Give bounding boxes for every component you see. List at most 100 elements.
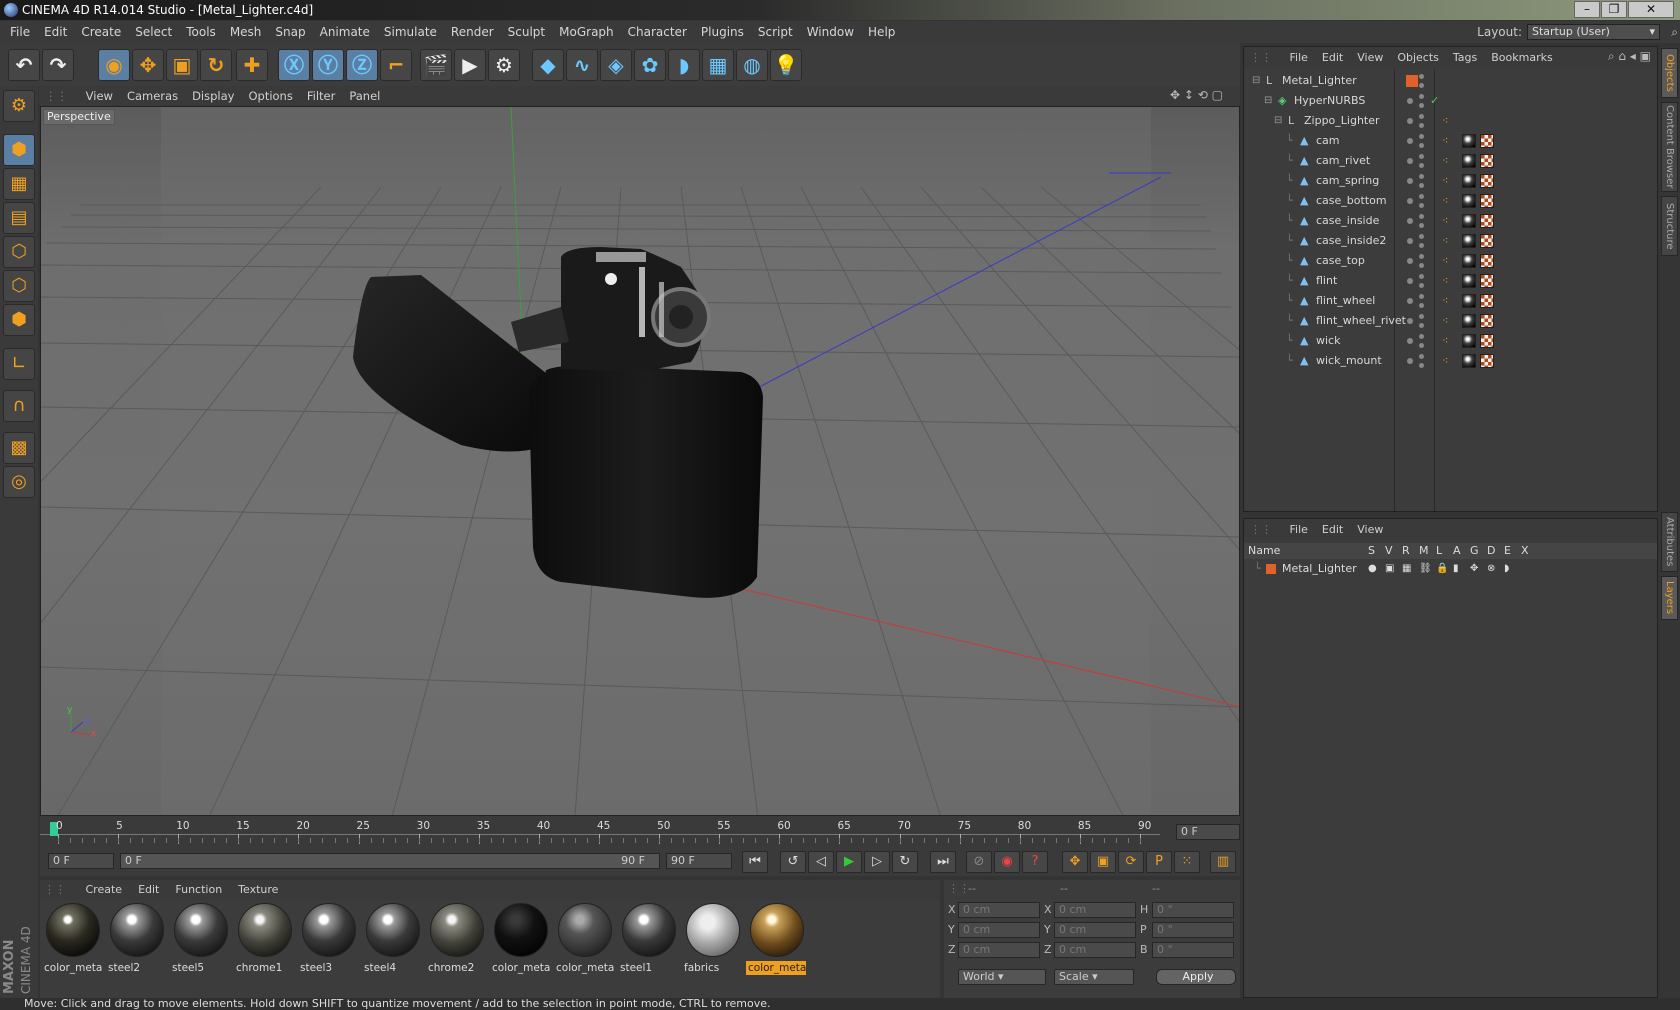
- material-swatch[interactable]: steel1: [618, 903, 678, 977]
- render-visibility-dot-lower[interactable]: [1419, 323, 1424, 328]
- workplane-mode-icon[interactable]: ▤: [3, 202, 35, 234]
- editor-visibility-dot[interactable]: [1407, 238, 1413, 244]
- coord-value-field[interactable]: 0 cm: [1054, 922, 1136, 938]
- viewport-menu-view[interactable]: View: [86, 89, 113, 103]
- object-name[interactable]: case_inside2: [1316, 231, 1386, 251]
- go-to-end-icon[interactable]: ⏭: [930, 851, 956, 873]
- material-swatch[interactable]: steel4: [362, 903, 422, 977]
- live-selection-icon[interactable]: ◉: [98, 49, 130, 81]
- editor-visibility-dot[interactable]: [1407, 258, 1413, 264]
- material-menu-edit[interactable]: Edit: [138, 883, 159, 896]
- material-swatch[interactable]: steel5: [170, 903, 230, 977]
- material-tag-icon[interactable]: [1462, 174, 1476, 188]
- side-tab-content-browser[interactable]: Content Browser: [1661, 102, 1678, 192]
- key-rotation-icon[interactable]: ⟳: [1118, 851, 1144, 873]
- material-tag-icon[interactable]: [1462, 314, 1476, 328]
- tree-expand-icon[interactable]: ⊟: [1274, 111, 1282, 131]
- render-visibility-dot[interactable]: [1419, 174, 1424, 179]
- object-row-flint-wheel[interactable]: └ ▲ flint_wheel ⁖: [1244, 291, 1657, 311]
- editor-visibility-dot[interactable]: [1407, 338, 1413, 344]
- material-tag-icon[interactable]: [1462, 254, 1476, 268]
- objects-menu-bookmarks[interactable]: Bookmarks: [1491, 51, 1552, 64]
- object-row-flint-wheel-rivet[interactable]: └ ▲ flint_wheel_rivet ⁖: [1244, 311, 1657, 331]
- phong-tag-icon[interactable]: ⁖: [1442, 131, 1448, 151]
- render-visibility-dot[interactable]: [1419, 114, 1424, 119]
- material-swatch[interactable]: steel2: [106, 903, 166, 977]
- render-visibility-dot[interactable]: [1419, 94, 1424, 99]
- phong-tag-icon[interactable]: ⁖: [1442, 351, 1448, 371]
- phong-tag-icon[interactable]: ⁖: [1442, 251, 1448, 271]
- snapping-icon[interactable]: ∩: [3, 390, 35, 422]
- menu-render[interactable]: Render: [451, 25, 494, 39]
- object-row-wick-mount[interactable]: └ ▲ wick_mount ⁖: [1244, 351, 1657, 371]
- object-name[interactable]: cam: [1316, 131, 1340, 151]
- material-tag-icon[interactable]: [1462, 154, 1476, 168]
- next-frame-icon[interactable]: ▷: [864, 851, 890, 873]
- phong-tag-icon[interactable]: ⁖: [1442, 191, 1448, 211]
- texture-tag-icon[interactable]: [1480, 334, 1494, 348]
- object-row-case-top[interactable]: └ ▲ case_top ⁖: [1244, 251, 1657, 271]
- model-mode-icon[interactable]: ⬢: [3, 134, 35, 166]
- menu-plugins[interactable]: Plugins: [701, 25, 744, 39]
- object-name[interactable]: flint_wheel_rivet: [1316, 311, 1406, 331]
- scale-icon[interactable]: ▣: [166, 49, 198, 81]
- material-tag-icon[interactable]: [1462, 194, 1476, 208]
- object-row-cam-rivet[interactable]: └ ▲ cam_rivet ⁖: [1244, 151, 1657, 171]
- texture-tag-icon[interactable]: [1480, 234, 1494, 248]
- layer-column-name[interactable]: Name: [1248, 543, 1280, 559]
- material-swatch[interactable]: chrome2: [426, 903, 486, 977]
- menu-tools[interactable]: Tools: [186, 25, 216, 39]
- viewport-menu-filter[interactable]: Filter: [307, 89, 335, 103]
- expressions-icon[interactable]: ◗: [1504, 561, 1509, 577]
- menu-file[interactable]: File: [10, 25, 30, 39]
- render-icon[interactable]: ▦: [1402, 561, 1411, 577]
- render-visibility-dot-lower[interactable]: [1419, 203, 1424, 208]
- play-forward-icon[interactable]: ▶: [836, 851, 862, 873]
- go-to-start-icon[interactable]: ⏮: [742, 851, 768, 873]
- coord-value-field[interactable]: 0 °: [1152, 922, 1234, 938]
- size-mode-select[interactable]: Scale ▾: [1054, 969, 1134, 985]
- material-swatch[interactable]: chrome1: [234, 903, 294, 977]
- locked-icon[interactable]: 🔒: [1436, 561, 1448, 577]
- checkmark-icon[interactable]: ✓: [1430, 91, 1439, 111]
- object-name[interactable]: Metal_Lighter: [1282, 71, 1357, 91]
- apply-button[interactable]: Apply: [1156, 969, 1236, 985]
- object-row-case-inside2[interactable]: └ ▲ case_inside2 ⁖: [1244, 231, 1657, 251]
- end-frame-field[interactable]: 90 F: [666, 853, 732, 869]
- render-visibility-dot[interactable]: [1419, 194, 1424, 199]
- layer-column-s[interactable]: S: [1368, 543, 1375, 559]
- objects-menu-edit[interactable]: Edit: [1322, 51, 1343, 64]
- deformer-icon[interactable]: ◗: [668, 49, 700, 81]
- render-visibility-dot[interactable]: [1419, 234, 1424, 239]
- render-visibility-dot-lower[interactable]: [1419, 243, 1424, 248]
- points-mode-icon[interactable]: ⬡: [3, 236, 35, 268]
- side-tab-attributes[interactable]: Attributes: [1661, 512, 1678, 572]
- object-name[interactable]: case_bottom: [1316, 191, 1387, 211]
- menu-animate[interactable]: Animate: [320, 25, 370, 39]
- object-row-case-bottom[interactable]: └ ▲ case_bottom ⁖: [1244, 191, 1657, 211]
- coord-value-field[interactable]: 0 °: [1152, 902, 1234, 918]
- object-name[interactable]: wick_mount: [1316, 351, 1382, 371]
- timeline-ruler[interactable]: 0 F 0 5 10 15 20 25 30 35 40 45 50 55 60 65 70 75 80 85 90: [40, 816, 1240, 846]
- object-name[interactable]: Zippo_Lighter: [1304, 111, 1380, 131]
- phong-tag-icon[interactable]: ⁖: [1442, 231, 1448, 251]
- key-pla-icon[interactable]: ⁙: [1174, 851, 1200, 873]
- render-view-icon[interactable]: 🎬: [420, 49, 452, 81]
- light-icon[interactable]: 💡: [770, 49, 802, 81]
- layer-row[interactable]: └ Metal_Lighter ● ▣ ▦ ⛓ 🔒 ▮ ✥ ⊗ ◗: [1244, 561, 1657, 577]
- material-tag-icon[interactable]: [1462, 214, 1476, 228]
- object-name[interactable]: HyperNURBS: [1294, 91, 1365, 111]
- animation-icon[interactable]: ▮: [1453, 561, 1459, 577]
- render-visibility-dot[interactable]: [1419, 214, 1424, 219]
- coord-value-field[interactable]: 0 °: [1152, 942, 1234, 958]
- objects-menu-objects[interactable]: Objects: [1397, 51, 1439, 64]
- render-visibility-dot-lower[interactable]: [1419, 183, 1424, 188]
- editor-visibility-dot[interactable]: [1407, 318, 1413, 324]
- phong-tag-icon[interactable]: ⁖: [1442, 291, 1448, 311]
- layer-column-g[interactable]: G: [1470, 543, 1479, 559]
- render-settings-icon[interactable]: ⚙: [488, 49, 520, 81]
- object-row-wick[interactable]: └ ▲ wick ⁖: [1244, 331, 1657, 351]
- frame-range-slider[interactable]: 0 F 90 F: [120, 853, 660, 869]
- make-editable-icon[interactable]: ⚙: [3, 90, 35, 122]
- tree-expand-icon[interactable]: ⊟: [1264, 91, 1272, 111]
